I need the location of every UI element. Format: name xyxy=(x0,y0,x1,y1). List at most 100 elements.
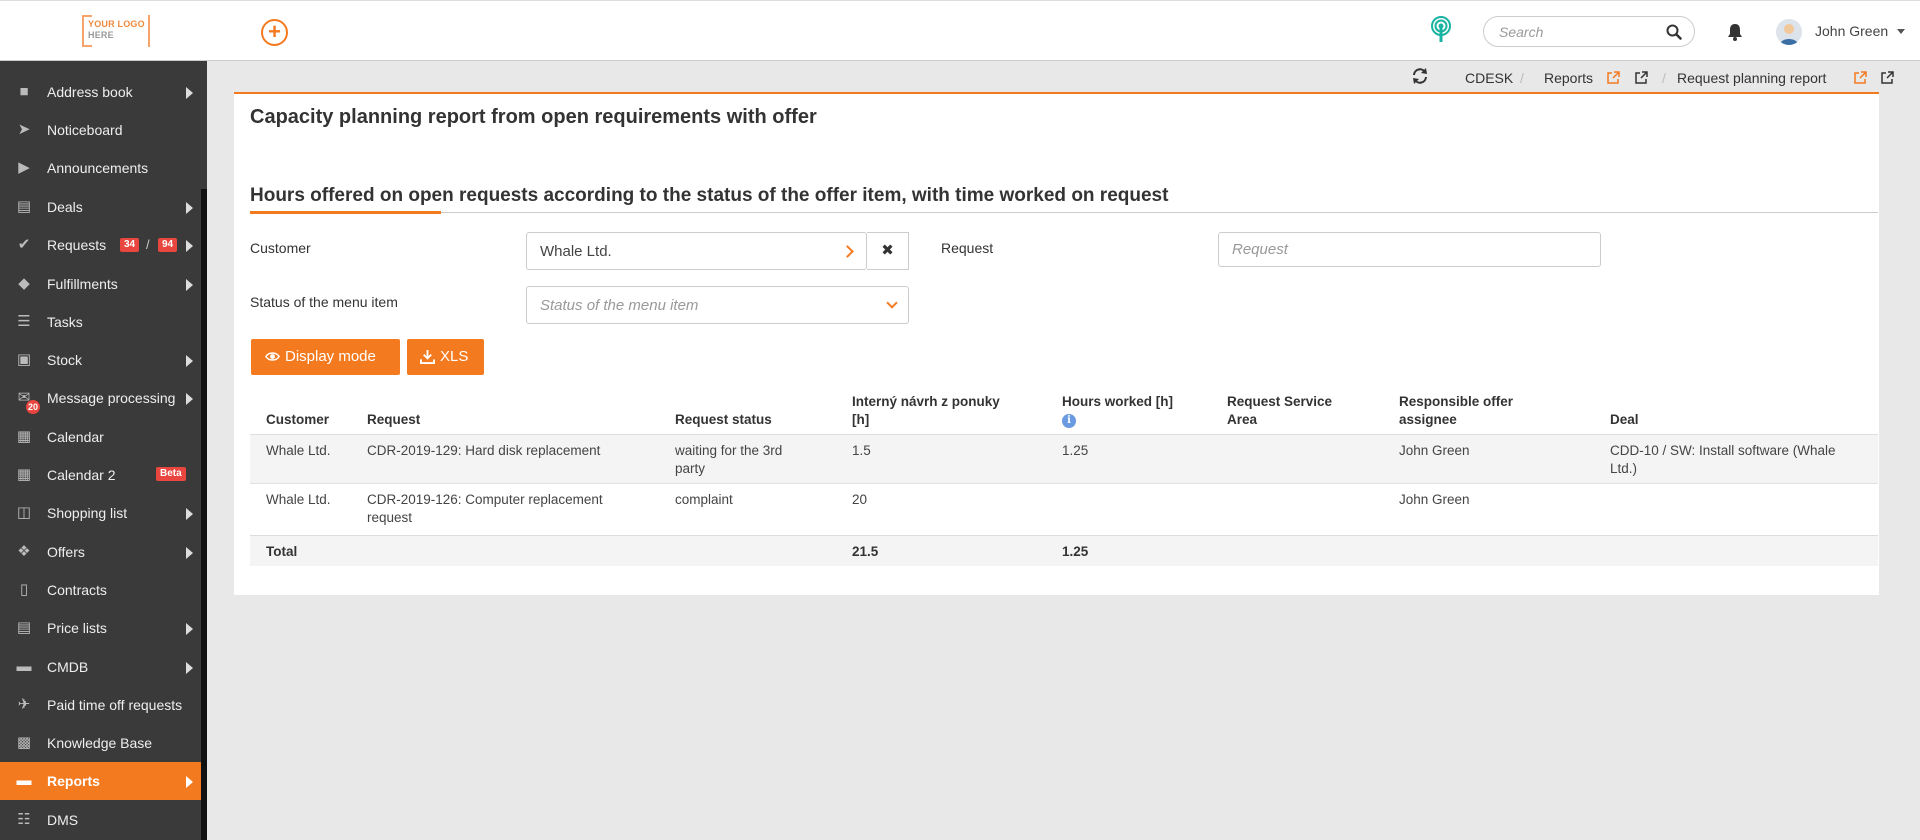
table-row[interactable]: Whale Ltd. CDR-2019-129: Hard disk repla… xyxy=(250,434,1878,484)
sidebar-item-shopping-list[interactable]: ◫ Shopping list xyxy=(0,494,201,532)
breadcrumb-request-planning-report[interactable]: Request planning report xyxy=(1677,70,1826,86)
user-name[interactable]: John Green xyxy=(1815,23,1888,39)
table-row[interactable]: Whale Ltd. CDR-2019-126: Computer replac… xyxy=(250,484,1878,535)
refresh-icon[interactable] xyxy=(1411,67,1429,85)
external-link-icon[interactable] xyxy=(1607,71,1620,84)
cell-customer: Whale Ltd. xyxy=(266,492,331,507)
broadcast-icon[interactable] xyxy=(1426,14,1456,44)
col-header-service-area[interactable]: Request Service Area xyxy=(1227,393,1332,429)
sidebar-item-label: Announcements xyxy=(47,160,149,176)
user-avatar-icon xyxy=(1780,24,1798,45)
cell-request-status: complaint xyxy=(675,492,733,507)
display-mode-button[interactable]: Display mode xyxy=(251,339,400,375)
external-link-icon[interactable] xyxy=(1635,71,1648,84)
folder-open-icon: ▬ xyxy=(16,772,32,789)
sidebar: ■ Address book ➤ Noticeboard ▶ Announcem… xyxy=(0,61,207,840)
cube-icon: ◆ xyxy=(18,275,30,292)
sidebar-item-label: Stock xyxy=(47,352,83,368)
logo-text-here: HERE xyxy=(88,30,114,40)
cell-line: Ltd.) xyxy=(1610,461,1638,476)
cell-request[interactable]: CDR-2019-129: Hard disk replacement xyxy=(367,442,600,460)
sidebar-item-noticeboard[interactable]: ➤ Noticeboard xyxy=(0,111,201,149)
cell-line: request xyxy=(367,510,413,525)
book-icon: ▩ xyxy=(16,734,32,751)
cell-internal: 1.5 xyxy=(852,443,871,458)
sidebar-item-reports[interactable]: ▬ Reports xyxy=(0,762,201,800)
sidebar-item-offers[interactable]: ❖ Offers xyxy=(0,533,201,571)
info-icon[interactable]: i xyxy=(1062,414,1076,428)
check-circle-icon: ✔ xyxy=(17,236,31,253)
sidebar-item-cmdb[interactable]: ▬ CMDB xyxy=(0,648,201,686)
col-header-internal-proposal[interactable]: Interný návrh z ponuky [h] xyxy=(852,393,1000,429)
sidebar-item-label: Shopping list xyxy=(47,505,128,521)
sidebar-item-fulfillments[interactable]: ◆ Fulfillments xyxy=(0,265,201,303)
sidebar-item-label: Tasks xyxy=(47,314,83,330)
sidebar-item-stock[interactable]: ▣ Stock xyxy=(0,341,201,379)
search-field[interactable] xyxy=(1483,16,1695,47)
breadcrumb-cdesk[interactable]: CDESK xyxy=(1465,70,1513,86)
caret-right-icon xyxy=(186,393,193,405)
cell-request[interactable]: CDR-2019-126: Computer replacement reque… xyxy=(367,491,603,527)
sidebar-item-paid-time-off[interactable]: ✈ Paid time off requests xyxy=(0,686,201,724)
sidebar-item-address-book[interactable]: ■ Address book xyxy=(0,73,201,111)
sidebar-item-calendar[interactable]: ▦ Calendar xyxy=(0,418,201,456)
xls-export-button[interactable]: XLS xyxy=(407,339,484,375)
customer-select[interactable]: Whale Ltd. xyxy=(526,232,867,270)
caret-right-icon xyxy=(186,355,193,367)
add-new-button[interactable]: + xyxy=(261,19,288,46)
download-icon xyxy=(420,349,435,364)
file-text-icon: ▤ xyxy=(16,619,32,636)
search-input[interactable] xyxy=(1499,23,1659,41)
chevron-right-icon xyxy=(841,245,854,258)
badge-separator: / xyxy=(146,237,150,252)
cell-deal[interactable]: CDD-10 / SW: Install software (Whale Ltd… xyxy=(1610,442,1836,478)
sidebar-item-price-lists[interactable]: ▤ Price lists xyxy=(0,609,201,647)
external-link-icon[interactable] xyxy=(1854,71,1867,84)
tasks-icon: ☰ xyxy=(17,313,31,330)
request-input[interactable] xyxy=(1218,232,1601,267)
sidebar-item-dms[interactable]: ☷ DMS xyxy=(0,801,201,839)
col-header-deal[interactable]: Deal xyxy=(1610,411,1639,429)
section-title: Hours offered on open requests according… xyxy=(250,185,1169,206)
sidebar-item-label: Address book xyxy=(47,84,133,100)
col-header-assignee[interactable]: Responsible offer assignee xyxy=(1399,393,1513,429)
sidebar-scrollbar[interactable] xyxy=(201,189,207,840)
calendar-icon: ▦ xyxy=(16,428,32,445)
chevron-down-icon xyxy=(886,297,898,309)
sidebar-item-label: Knowledge Base xyxy=(47,735,153,751)
chevron-down-icon[interactable] xyxy=(1897,29,1905,34)
sidebar-item-label: Message processing xyxy=(47,390,176,406)
col-header-request-status[interactable]: Request status xyxy=(675,411,772,429)
cell-assignee: John Green xyxy=(1399,492,1470,507)
sidebar-item-knowledge-base[interactable]: ▩ Knowledge Base xyxy=(0,724,201,762)
sidebar-item-requests[interactable]: ✔ Requests 34 / 94 xyxy=(0,226,201,264)
sidebar-item-contracts[interactable]: ▯ Contracts xyxy=(0,571,201,609)
caret-right-icon xyxy=(186,508,193,520)
sidebar-item-message-processing[interactable]: ✉ 20 Message processing xyxy=(0,379,201,417)
display-mode-label: Display mode xyxy=(285,348,376,365)
sidebar-item-label: Contracts xyxy=(47,582,107,598)
col-header-customer[interactable]: Customer xyxy=(266,411,329,429)
customer-value: Whale Ltd. xyxy=(540,243,612,260)
company-logo[interactable]: YOUR LOGO HERE xyxy=(82,15,150,47)
breadcrumb-separator: / xyxy=(1520,70,1524,86)
bell-icon[interactable] xyxy=(1726,22,1744,42)
sidebar-item-tasks[interactable]: ☰ Tasks xyxy=(0,303,201,341)
logo-text: YOUR LOGO xyxy=(88,19,145,29)
col-header-request[interactable]: Request xyxy=(367,411,420,429)
avatar[interactable] xyxy=(1776,19,1802,45)
cell-line: waiting for the 3rd xyxy=(675,443,783,458)
external-link-icon[interactable] xyxy=(1881,71,1894,84)
caret-right-icon xyxy=(186,87,193,99)
customer-label: Customer xyxy=(250,240,311,256)
breadcrumb-reports[interactable]: Reports xyxy=(1544,70,1593,86)
col-header-hours-worked[interactable]: Hours worked [h] xyxy=(1062,393,1173,411)
clear-customer-button[interactable]: ✖ xyxy=(867,232,909,270)
search-icon[interactable] xyxy=(1666,24,1682,40)
sidebar-item-deals[interactable]: ▤ Deals xyxy=(0,188,201,226)
archive-icon: ▣ xyxy=(16,351,32,368)
sidebar-item-announcements[interactable]: ▶ Announcements xyxy=(0,149,201,187)
sidebar-item-calendar-2[interactable]: ▦ Calendar 2 Beta xyxy=(0,456,201,494)
status-select[interactable]: Status of the menu item xyxy=(526,286,909,324)
caret-right-icon xyxy=(186,202,193,214)
